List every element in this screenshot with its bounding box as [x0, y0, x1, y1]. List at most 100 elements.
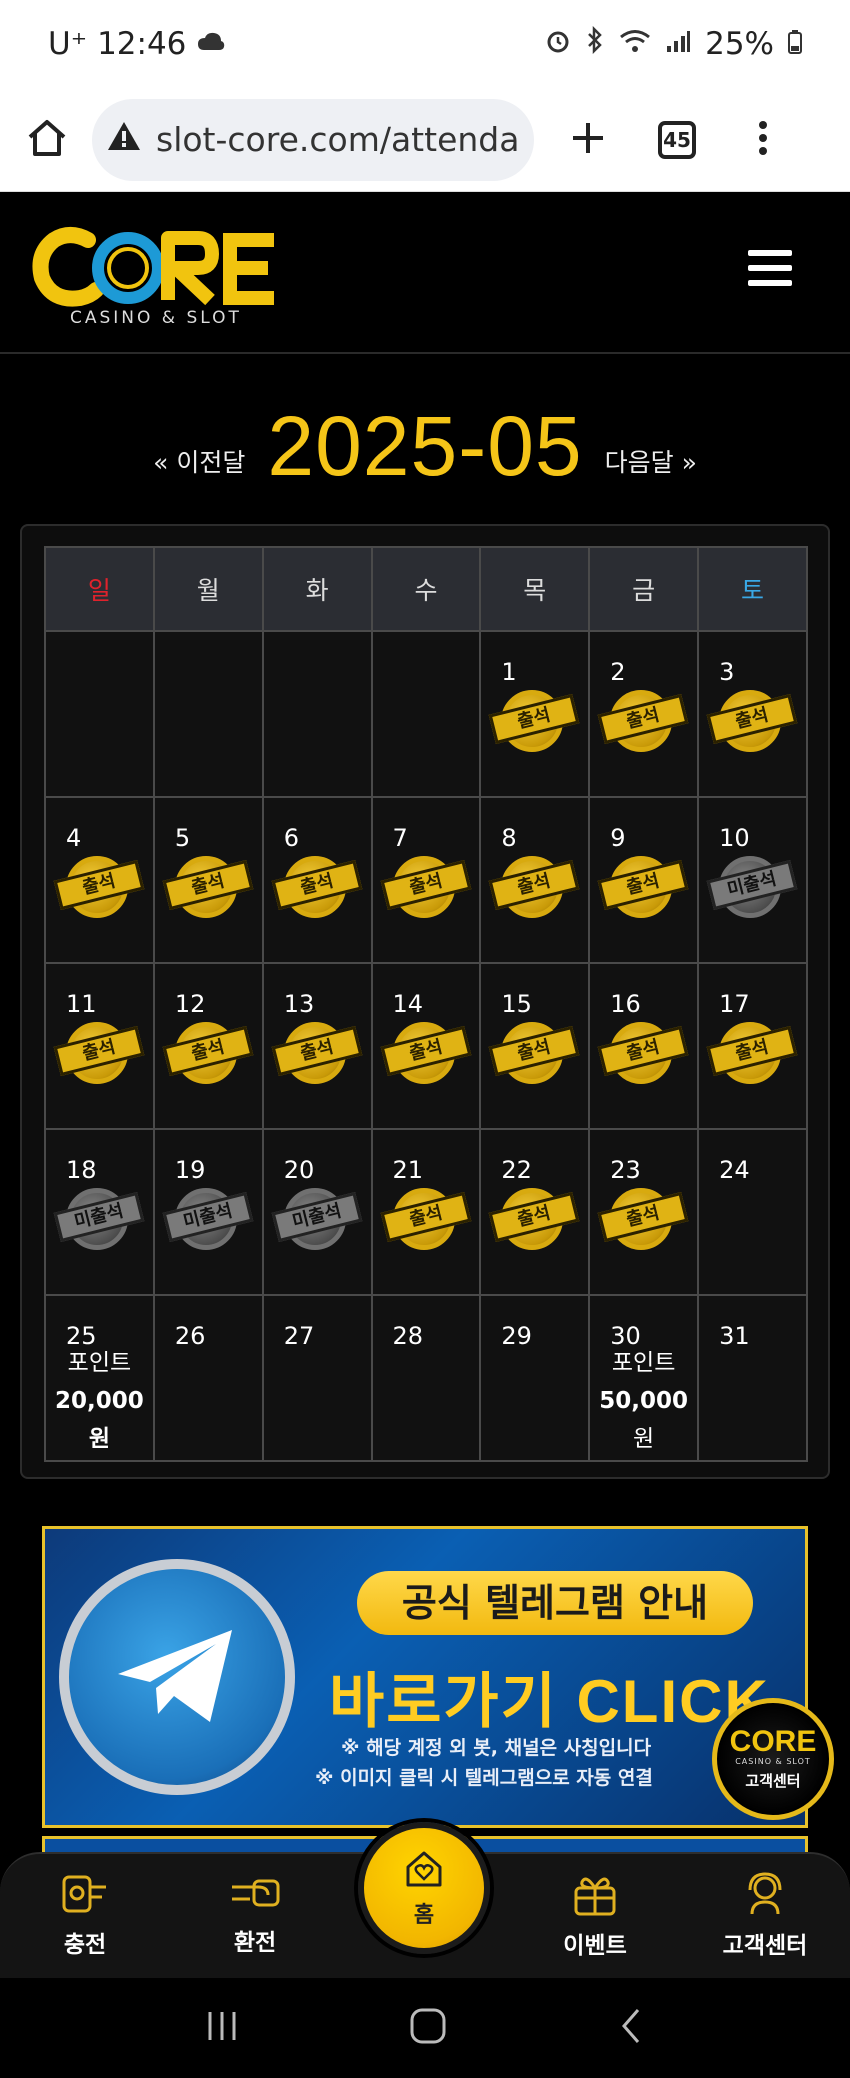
- calendar-day-cell: [370, 630, 482, 798]
- home-heart-icon: [402, 1847, 446, 1895]
- new-tab-icon[interactable]: [570, 120, 606, 160]
- more-menu-icon[interactable]: [758, 120, 768, 160]
- day-number: 5: [174, 824, 191, 852]
- calendar-week-row: 4 출석 5 출석 6 출석 7 출석 8 출석 9 출석 10 미출석: [44, 796, 808, 964]
- weekday-mon: 월: [152, 546, 264, 632]
- calendar-day-cell: 1 출석: [479, 630, 591, 798]
- calendar-day-cell: 20 미출석: [261, 1128, 373, 1296]
- nav-support[interactable]: 고객센터: [680, 1852, 850, 1978]
- nav-event[interactable]: 이벤트: [510, 1852, 680, 1978]
- recent-apps-icon[interactable]: [204, 2008, 240, 2048]
- day-number: 13: [283, 990, 315, 1018]
- day-number: 12: [174, 990, 206, 1018]
- day-number: 28: [392, 1322, 424, 1350]
- day-number: 20: [283, 1156, 315, 1184]
- calendar-day-cell: 30 포인트 50,000 원: [588, 1294, 700, 1462]
- calendar-day-cell: 21 출석: [370, 1128, 482, 1296]
- weekday-fri: 금: [588, 546, 700, 632]
- browser-toolbar: slot-core.com/attendance 45: [0, 88, 850, 192]
- menu-button[interactable]: [748, 250, 792, 286]
- day-number: 27: [283, 1322, 315, 1350]
- nav-exchange[interactable]: 환전: [170, 1852, 340, 1978]
- day-number: 17: [719, 990, 750, 1018]
- calendar-table: 일 월 화 수 목 금 토 1 출석 2 출석 3 출석 4 출석 5 출석 6 출석 7 출석 8 출석 9 출…: [44, 546, 808, 1462]
- calendar-day-cell: 4 출석: [44, 796, 155, 964]
- attend-stamp-icon: 출석: [706, 1022, 798, 1084]
- attend-stamp-icon: 출석: [597, 856, 689, 918]
- attend-stamp-icon: 출석: [706, 690, 798, 752]
- day-number: 26: [174, 1322, 206, 1350]
- day-number: 2: [610, 658, 626, 686]
- month-title: 2025-05: [267, 398, 583, 493]
- weekday-sat: 토: [697, 546, 808, 632]
- menu-bar-icon: [748, 280, 792, 286]
- calendar-week-row: 25 포인트 20,000 원 26 27 28 29 30 포인트 50,000 원 31: [44, 1294, 808, 1462]
- day-number: 10: [719, 824, 750, 852]
- headset-icon: [742, 1870, 788, 1920]
- reward-amount: 50,000: [599, 1388, 689, 1414]
- attend-stamp-icon: 출석: [489, 690, 580, 752]
- calendar-day-cell: [261, 630, 373, 798]
- logo-text: [30, 222, 282, 314]
- nav-support-label: 고객센터: [722, 1933, 808, 1959]
- status-bar: U⁺ 12:46 25%: [0, 0, 850, 88]
- weekday-thu: 목: [479, 546, 591, 632]
- day-number: 1: [501, 658, 517, 686]
- day-number: 31: [719, 1322, 750, 1350]
- tab-switcher-button[interactable]: 45: [658, 120, 696, 159]
- weekday-tue: 화: [261, 546, 373, 632]
- attend-stamp-icon: 출석: [380, 1022, 471, 1084]
- calendar-day-cell: 16 출석: [588, 962, 700, 1130]
- support-logo: CORE: [729, 1725, 817, 1758]
- weekday-header-row: 일 월 화 수 목 금 토: [44, 546, 808, 632]
- prev-month-link[interactable]: « 이전달: [153, 443, 245, 479]
- telegram-banner[interactable]: 공식 텔레그램 안내 바로가기 CLICK ※ 해당 계정 외 봇, 채널은 사…: [42, 1526, 808, 1828]
- attend-stamp-icon: 출석: [53, 1022, 145, 1084]
- day-number: 11: [66, 990, 97, 1018]
- back-icon[interactable]: [616, 2006, 646, 2050]
- day-number: 22: [501, 1156, 532, 1184]
- url-field[interactable]: slot-core.com/attendance: [92, 98, 534, 181]
- attend-stamp-icon: 출석: [489, 1022, 580, 1084]
- calendar-day-cell: 28: [370, 1294, 482, 1462]
- calendar-day-cell: [152, 630, 264, 798]
- absent-stamp-icon: 미출석: [53, 1188, 145, 1250]
- home-system-icon[interactable]: [408, 2006, 448, 2050]
- calendar-day-cell: 29: [479, 1294, 591, 1462]
- next-month-link[interactable]: 다음달 »: [605, 443, 697, 479]
- calendar-day-cell: 15 출석: [479, 962, 591, 1130]
- calendar-week-row: 1 출석 2 출석 3 출석: [44, 630, 808, 798]
- calendar-day-cell: 7 출석: [370, 796, 482, 964]
- nav-charge-label: 충전: [63, 1932, 107, 1958]
- absent-stamp-icon: 미출석: [271, 1188, 363, 1250]
- calendar-day-cell: 3 출석: [697, 630, 808, 798]
- site-logo[interactable]: CASINO & SLOT: [30, 222, 282, 328]
- calendar-day-cell: 25 포인트 20,000 원: [44, 1294, 155, 1462]
- day-number: 16: [610, 990, 641, 1018]
- calendar-day-cell: 24: [697, 1128, 808, 1296]
- support-logo-subtitle: CASINO & SLOT: [735, 1757, 811, 1766]
- reward-unit: 원: [633, 1426, 655, 1452]
- attend-stamp-icon: 출석: [271, 1022, 363, 1084]
- attendance-calendar: 일 월 화 수 목 금 토 1 출석 2 출석 3 출석 4 출석 5 출석 6 출석 7 출석 8 출석 9 출…: [20, 524, 830, 1479]
- calendar-week-row: 18 미출석 19 미출석 20 미출석 21 출석 22 출석 23 출석 24: [44, 1128, 808, 1296]
- calendar-day-cell: 27: [261, 1294, 373, 1462]
- reward-label: 포인트: [611, 1350, 676, 1376]
- day-number: 19: [174, 1156, 206, 1184]
- support-float-button[interactable]: CORE CASINO & SLOT 고객센터: [712, 1698, 834, 1820]
- attend-stamp-icon: 출석: [489, 856, 580, 918]
- day-number: 9: [610, 824, 626, 852]
- day-number: 8: [501, 824, 517, 852]
- weekday-sun: 일: [44, 546, 155, 632]
- home-icon[interactable]: [24, 115, 70, 165]
- charge-icon: [60, 1871, 110, 1919]
- calendar-week-row: 11 출석 12 출석 13 출석 14 출석 15 출석 16 출석 17 출석: [44, 962, 808, 1130]
- calendar-day-cell: [44, 630, 155, 798]
- signal-icon: [665, 26, 691, 62]
- battery-level: 25%: [705, 26, 774, 62]
- nav-home-button[interactable]: 홈: [358, 1822, 490, 1954]
- warning-icon: [106, 120, 142, 160]
- nav-event-label: 이벤트: [563, 1933, 627, 1959]
- nav-charge[interactable]: 충전: [0, 1852, 170, 1978]
- carrier-label: U⁺: [48, 26, 88, 62]
